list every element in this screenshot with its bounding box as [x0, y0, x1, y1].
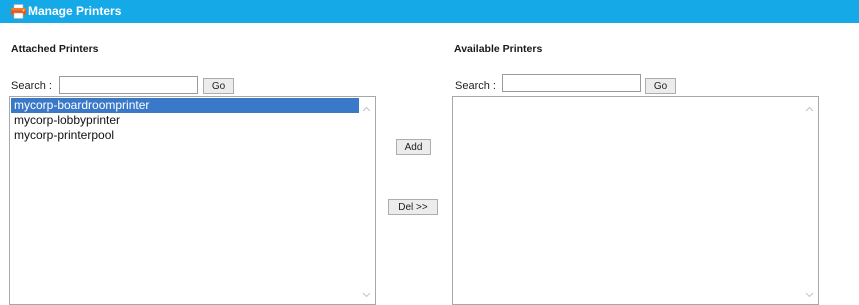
title-bar: Manage Printers: [0, 0, 859, 23]
available-search-label: Search :: [455, 80, 496, 92]
scroll-up-arrow-icon[interactable]: [362, 104, 371, 113]
add-button[interactable]: Add: [396, 139, 431, 155]
attached-search-input[interactable]: [59, 76, 198, 94]
scroll-up-arrow-icon[interactable]: [805, 104, 814, 113]
attached-go-button[interactable]: Go: [203, 78, 234, 94]
available-search-input[interactable]: [502, 74, 641, 92]
attached-list-items: mycorp-boardroomprinter mycorp-lobbyprint…: [11, 98, 359, 143]
available-go-button[interactable]: Go: [645, 78, 676, 94]
attached-printers-heading: Attached Printers: [11, 43, 99, 55]
scroll-down-arrow-icon[interactable]: [805, 290, 814, 299]
scroll-down-arrow-icon[interactable]: [362, 290, 371, 299]
printer-icon: [10, 4, 27, 19]
available-list-scrollbar[interactable]: [802, 98, 817, 303]
available-printers-heading: Available Printers: [454, 43, 543, 55]
attached-list-item[interactable]: mycorp-lobbyprinter: [11, 113, 359, 128]
attached-search-label: Search :: [11, 80, 52, 92]
attached-list-item[interactable]: mycorp-printerpool: [11, 128, 359, 143]
attached-printers-list[interactable]: mycorp-boardroomprinter mycorp-lobbyprint…: [9, 96, 376, 305]
attached-list-item[interactable]: mycorp-boardroomprinter: [11, 98, 359, 113]
window-title: Manage Printers: [28, 4, 122, 18]
available-printers-list[interactable]: [452, 96, 819, 305]
del-button[interactable]: Del >>: [388, 199, 438, 215]
attached-list-scrollbar[interactable]: [359, 98, 374, 303]
